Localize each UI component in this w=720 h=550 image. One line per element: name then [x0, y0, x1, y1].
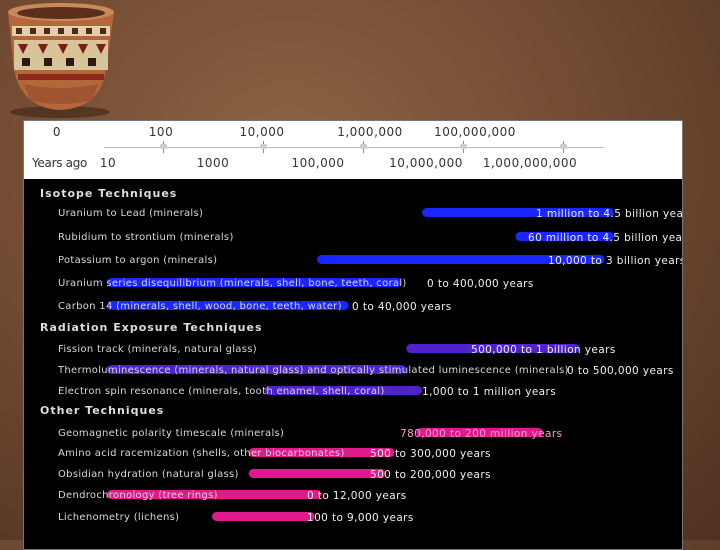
- dating-range-chart: Uranium to Lead (minerals) 1 million to 4…: [57, 208, 682, 524]
- technique-name: Obsidian hydration (natural glass): [58, 469, 239, 480]
- technique-name: Electron spin resonance (minerals, tooth…: [58, 386, 385, 397]
- range-label: 1,000 to 1 million years: [422, 386, 556, 398]
- range-label: 0 to 12,000 years: [307, 490, 407, 502]
- range-bar: [248, 469, 386, 478]
- range-label: 500 to 300,000 years: [370, 448, 491, 460]
- range-label: 500,000 to 1 billion years: [471, 344, 616, 356]
- range-label: 1 million to 4.5 billion years: [536, 208, 682, 220]
- technique-name: Rubidium to strontium (minerals): [58, 232, 234, 243]
- range-bar: [212, 512, 315, 521]
- technique-name: Carbon 14 (minerals, shell, wood, bone, …: [58, 301, 342, 312]
- ceramic-vessel-image: [8, 3, 114, 118]
- range-label: 60 million to 4.5 billion years: [528, 232, 682, 244]
- range-label: 0 to 500,000 years: [567, 365, 674, 377]
- technique-name: Dendrochronology (tree rings): [58, 490, 218, 501]
- range-label: 100 to 9,000 years: [307, 512, 414, 524]
- technique-name: Lichenometry (lichens): [58, 512, 179, 523]
- technique-name: Uranium series disequilibrium (minerals,…: [58, 278, 407, 289]
- range-label: 500 to 200,000 years: [370, 469, 491, 481]
- range-label: 10,000 to 3 billion years: [548, 255, 682, 267]
- technique-name: Thermoluminescence (minerals, natural gl…: [57, 365, 569, 376]
- technique-name: Amino acid racemization (shells, other b…: [58, 448, 345, 459]
- dating-techniques-panel: 0 100 10,000 1,000,000 100,000,000 Years…: [23, 120, 683, 550]
- technique-name: Geomagnetic polarity timescale (minerals…: [58, 428, 284, 439]
- technique-name: Fission track (minerals, natural glass): [58, 344, 257, 355]
- range-label: 780,000 to 200 million years: [400, 428, 562, 440]
- range-label: 0 to 400,000 years: [427, 278, 534, 290]
- technique-name: Potassium to argon (minerals): [58, 255, 217, 266]
- range-label: 0 to 40,000 years: [352, 301, 452, 313]
- technique-name: Uranium to Lead (minerals): [58, 208, 203, 219]
